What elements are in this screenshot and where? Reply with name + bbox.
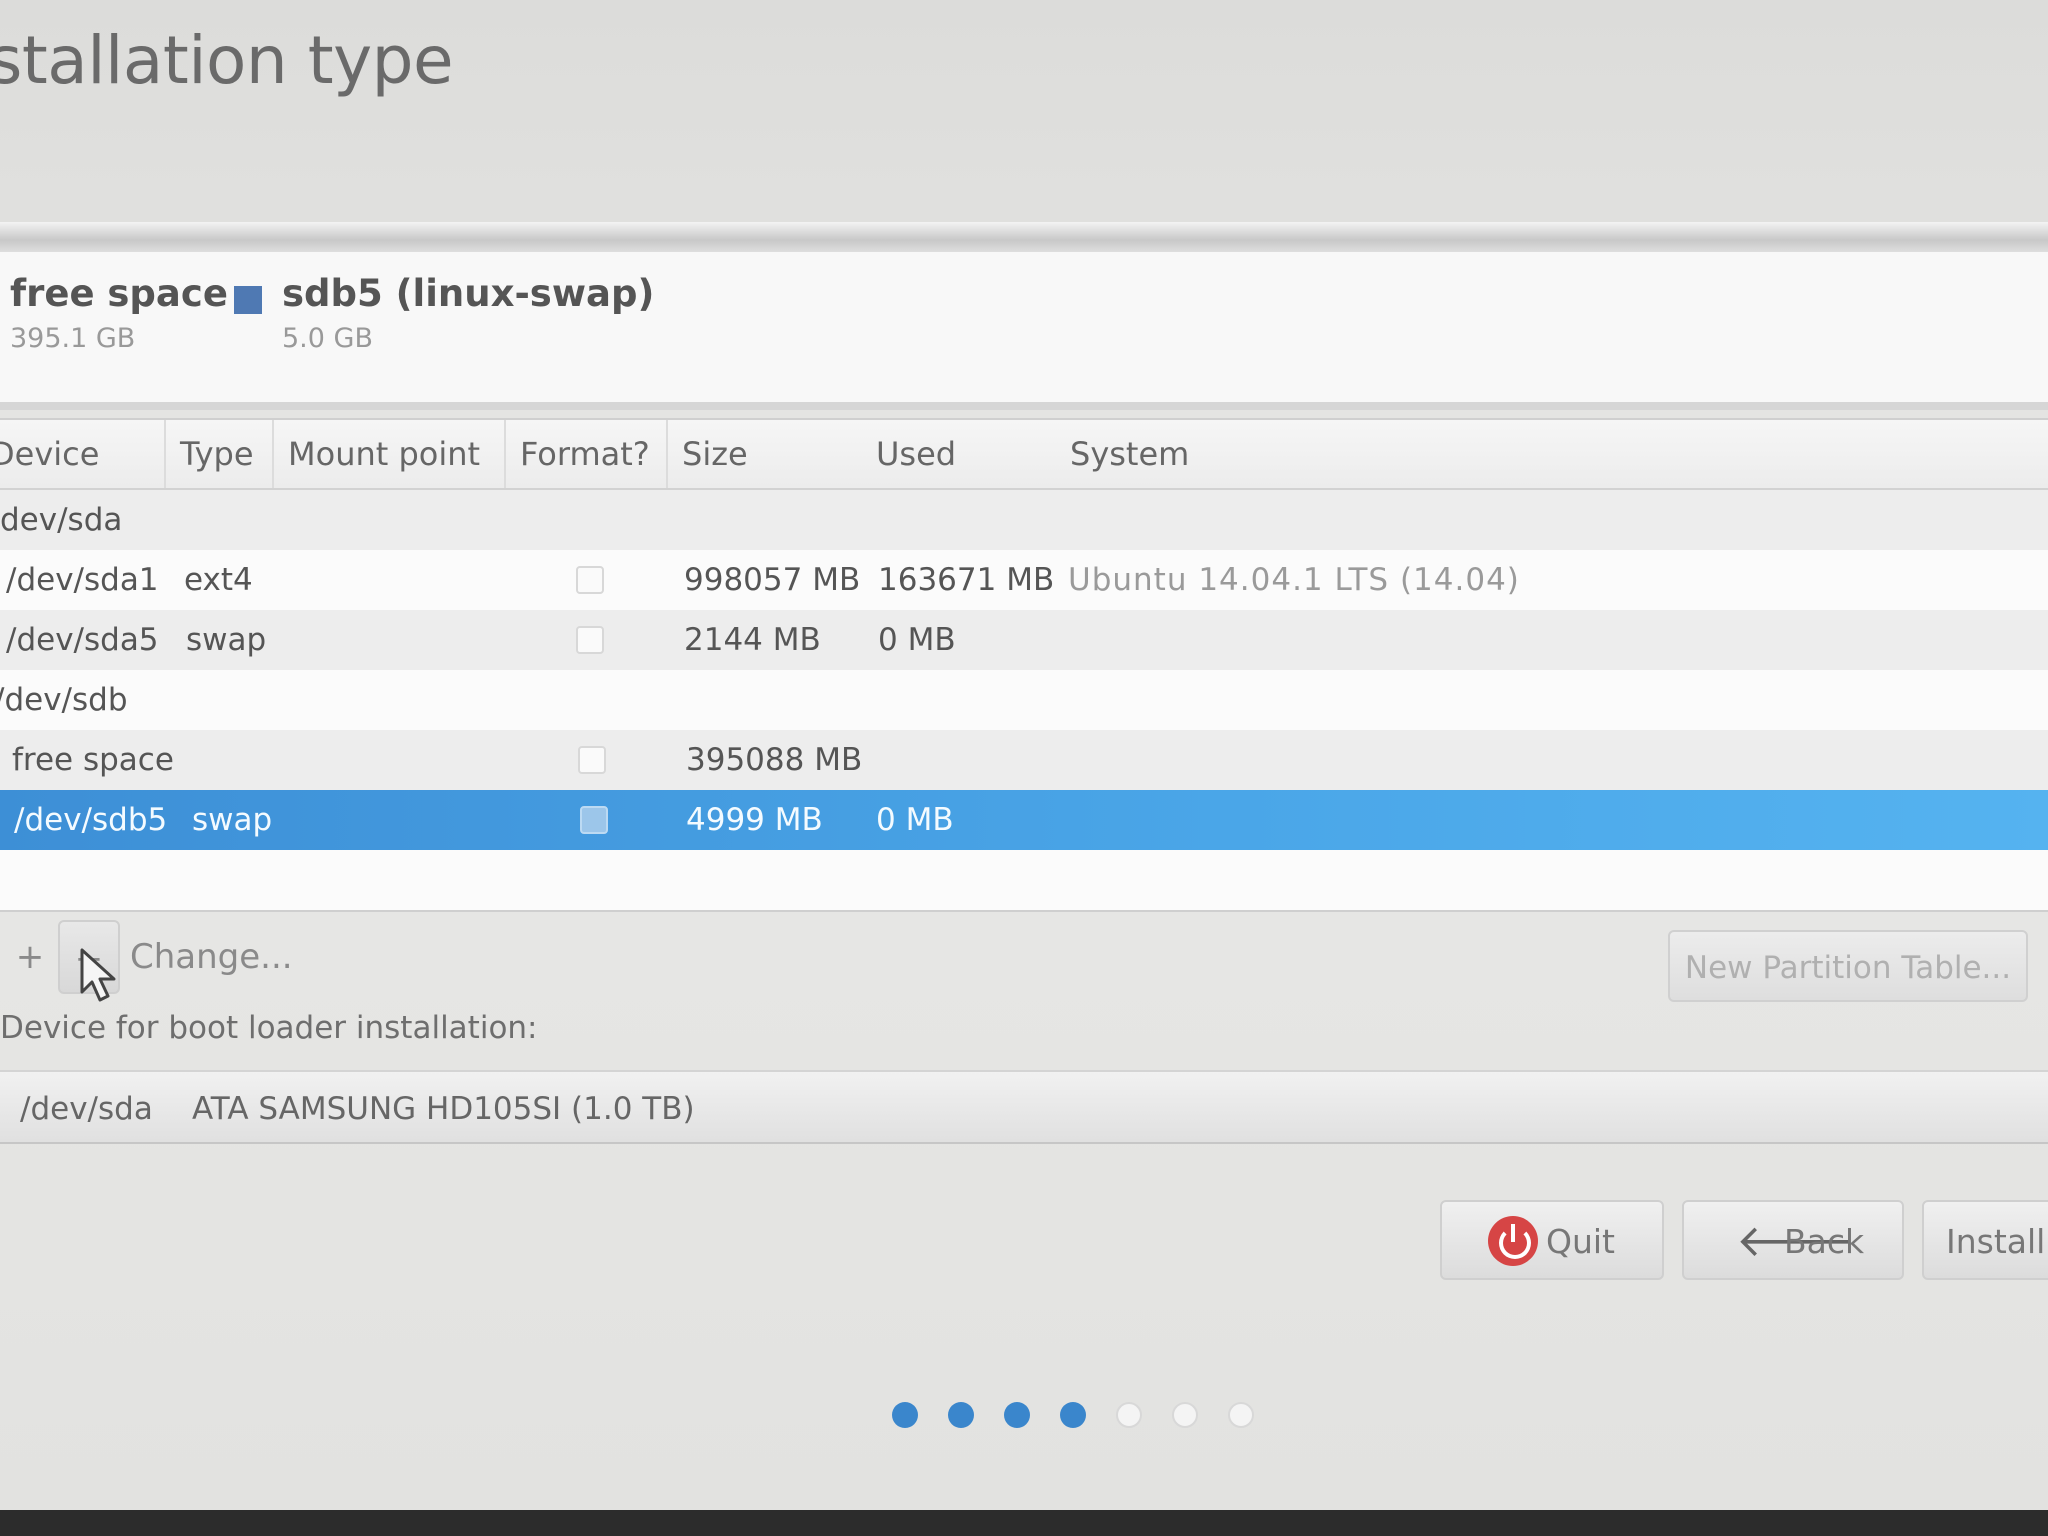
partition-legend: free space 395.1 GB sdb5 (linux-swap) 5.… — [0, 252, 2048, 410]
step-dot — [1228, 1402, 1254, 1428]
device-cell: /dev/sdb5 — [14, 802, 168, 838]
column-format[interactable]: Format? — [506, 420, 668, 488]
step-dot — [948, 1402, 974, 1428]
size-cell: 998057 MB — [684, 562, 861, 598]
table-row[interactable]: /dev/sda5 swap 2144 MB 0 MB — [0, 610, 2048, 670]
used-cell: 0 MB — [876, 802, 954, 838]
column-size[interactable]: Size — [668, 420, 860, 488]
step-dot — [892, 1402, 918, 1428]
size-cell: 2144 MB — [684, 622, 821, 658]
table-row-selected[interactable]: /dev/sdb5 swap 4999 MB 0 MB — [0, 790, 2048, 850]
back-button[interactable]: 🡐 Back — [1682, 1200, 1904, 1280]
format-checkbox[interactable] — [578, 746, 606, 774]
legend-free-space: free space 395.1 GB — [10, 272, 228, 354]
step-dot — [1116, 1402, 1142, 1428]
page-title: stallation type — [0, 22, 454, 99]
device-cell: /dev/sdb — [0, 682, 128, 718]
device-cell: /dev/sda1 — [6, 562, 159, 598]
quit-button[interactable]: Quit — [1440, 1200, 1664, 1280]
bootloader-description: ATA SAMSUNG HD105SI (1.0 TB) — [192, 1091, 695, 1127]
bootloader-label: Device for boot loader installation: — [0, 1010, 538, 1046]
mouse-cursor-icon — [80, 948, 116, 1002]
device-cell: free space — [12, 742, 174, 778]
install-button[interactable]: Install — [1922, 1200, 2048, 1280]
legend-sdb5: sdb5 (linux-swap) 5.0 GB — [234, 272, 655, 354]
change-partition-button[interactable]: Change... — [124, 920, 293, 994]
screen-bezel — [0, 1510, 2048, 1536]
partition-bar — [0, 222, 2048, 254]
size-cell: 395088 MB — [686, 742, 863, 778]
legend-size: 5.0 GB — [282, 323, 373, 354]
legend-name: sdb5 (linux-swap) — [282, 272, 655, 315]
column-used[interactable]: Used — [862, 420, 1052, 488]
table-row[interactable]: /dev/sdb — [0, 670, 2048, 730]
column-system[interactable]: System — [1056, 420, 1556, 488]
table-row[interactable]: /dev/sda1 ext4 998057 MB 163671 MB Ubunt… — [0, 550, 2048, 610]
format-checkbox[interactable] — [576, 626, 604, 654]
format-checkbox[interactable] — [576, 566, 604, 594]
size-cell: 4999 MB — [686, 802, 823, 838]
step-dot — [1172, 1402, 1198, 1428]
column-type[interactable]: Type — [166, 420, 274, 488]
legend-size: 395.1 GB — [10, 323, 136, 354]
device-cell: dev/sda — [0, 502, 123, 538]
new-partition-table-button[interactable]: New Partition Table... — [1668, 930, 2028, 1002]
system-cell: Ubuntu 14.04.1 LTS (14.04) — [1068, 562, 1520, 598]
device-cell: /dev/sda5 — [6, 622, 159, 658]
table-header: Device Type Mount point Format? Size Use… — [0, 420, 2048, 490]
installer-window: stallation type free space 395.1 GB sdb5… — [0, 0, 2048, 1536]
step-dot — [1060, 1402, 1086, 1428]
bootloader-device-select[interactable]: /dev/sda ATA SAMSUNG HD105SI (1.0 TB) — [0, 1070, 2048, 1144]
add-partition-button[interactable]: + — [8, 920, 52, 994]
used-cell: 0 MB — [878, 622, 956, 658]
table-row[interactable]: dev/sda — [0, 490, 2048, 550]
type-cell: swap — [186, 622, 267, 658]
column-device[interactable]: Device — [0, 420, 166, 488]
legend-swatch — [234, 286, 262, 314]
type-cell: swap — [192, 802, 273, 838]
quit-label: Quit — [1546, 1222, 1615, 1261]
step-dot — [1004, 1402, 1030, 1428]
power-icon — [1488, 1216, 1538, 1266]
used-cell: 163671 MB — [878, 562, 1055, 598]
legend-name: free space — [10, 272, 228, 315]
table-row[interactable]: free space 395088 MB — [0, 730, 2048, 790]
bootloader-device: /dev/sda — [20, 1091, 153, 1127]
column-mount-point[interactable]: Mount point — [274, 420, 506, 488]
back-label: Back — [1784, 1222, 1865, 1261]
format-checkbox[interactable] — [580, 806, 608, 834]
type-cell: ext4 — [184, 562, 253, 598]
partition-table: Device Type Mount point Format? Size Use… — [0, 418, 2048, 912]
